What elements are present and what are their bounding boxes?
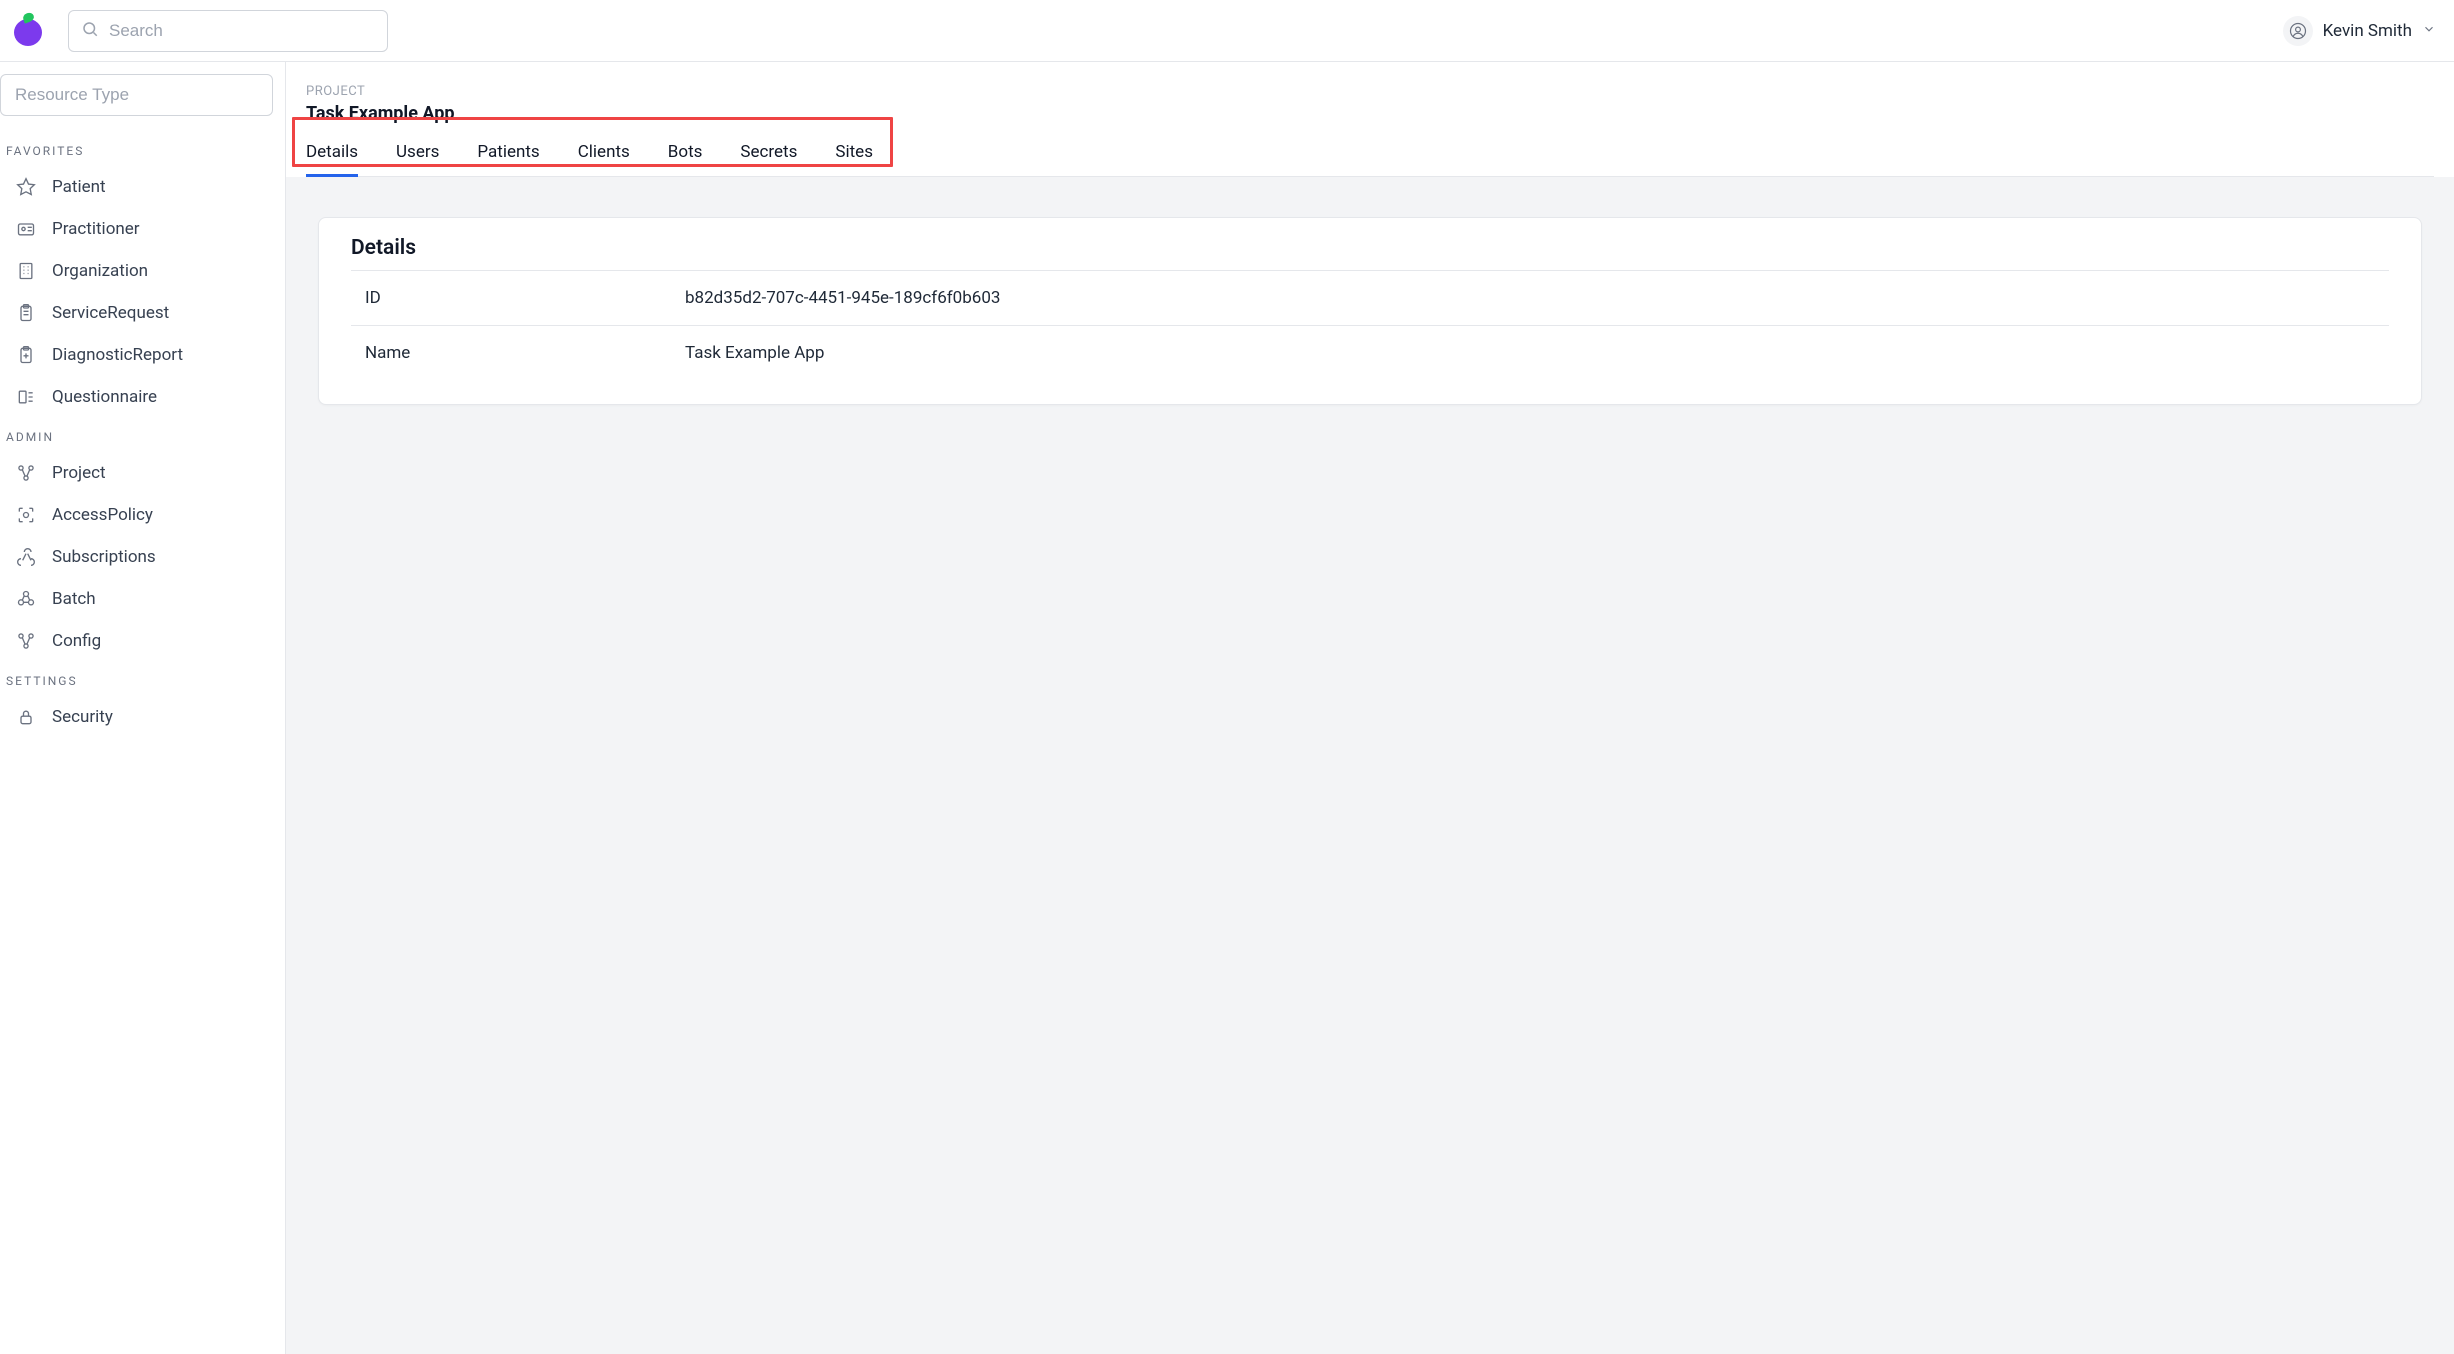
sidebar-item-practitioner[interactable]: Practitioner (0, 208, 285, 250)
sidebar-item-servicerequest[interactable]: ServiceRequest (0, 292, 285, 334)
sidebar-item-organization[interactable]: Organization (0, 250, 285, 292)
section-header-settings: SETTINGS (0, 662, 285, 696)
sidebar-item-label: DiagnosticReport (52, 345, 183, 365)
user-avatar-icon (2283, 16, 2313, 46)
sidebar-item-diagnosticreport[interactable]: DiagnosticReport (0, 334, 285, 376)
main-area: PROJECT Task Example App Details Users P… (286, 62, 2454, 1354)
sidebar-item-questionnaire[interactable]: Questionnaire (0, 376, 285, 418)
tab-secrets[interactable]: Secrets (740, 142, 797, 177)
sidebar-item-label: Subscriptions (52, 547, 156, 567)
sidebar-item-label: Batch (52, 589, 96, 609)
sidebar-item-label: Patient (52, 177, 106, 197)
detail-key: Name (365, 343, 685, 363)
sidebar-item-label: Project (52, 463, 106, 483)
details-card: Details ID b82d35d2-707c-4451-945e-189cf… (318, 217, 2422, 405)
sidebar-item-security[interactable]: Security (0, 696, 285, 738)
nodes-icon (16, 631, 36, 651)
user-menu[interactable]: Kevin Smith (2283, 16, 2436, 46)
form-icon (16, 387, 36, 407)
sidebar-item-subscriptions[interactable]: Subscriptions (0, 536, 285, 578)
detail-key: ID (365, 288, 685, 308)
section-header-admin: ADMIN (0, 418, 285, 452)
global-search[interactable] (68, 10, 388, 52)
content-area: Details ID b82d35d2-707c-4451-945e-189cf… (286, 177, 2454, 1354)
sidebar-item-config[interactable]: Config (0, 620, 285, 662)
tab-patients[interactable]: Patients (477, 142, 539, 177)
app-logo[interactable] (14, 16, 44, 46)
tab-details[interactable]: Details (306, 142, 358, 177)
building-icon (16, 261, 36, 281)
page-header: PROJECT Task Example App Details Users P… (286, 62, 2454, 177)
sidebar-item-label: Practitioner (52, 219, 140, 239)
sidebar-item-label: Security (52, 707, 113, 727)
search-icon (81, 20, 109, 42)
tab-bots[interactable]: Bots (668, 142, 703, 177)
webhook-icon (16, 547, 36, 567)
sidebar-item-patient[interactable]: Patient (0, 166, 285, 208)
topbar: Kevin Smith (0, 0, 2454, 62)
nodes-icon (16, 463, 36, 483)
sidebar-item-label: Organization (52, 261, 148, 281)
sidebar-item-label: Questionnaire (52, 387, 157, 407)
sidebar-item-batch[interactable]: Batch (0, 578, 285, 620)
resource-type-input[interactable] (15, 85, 258, 105)
breadcrumb: PROJECT (306, 84, 2434, 99)
detail-value: b82d35d2-707c-4451-945e-189cf6f0b603 (685, 288, 2375, 308)
tab-clients[interactable]: Clients (578, 142, 630, 177)
search-input[interactable] (109, 21, 375, 41)
detail-value: Task Example App (685, 343, 2375, 363)
sidebar-item-label: ServiceRequest (52, 303, 169, 323)
card-heading: Details (351, 236, 2389, 271)
clipboard-plus-icon (16, 345, 36, 365)
chevron-down-icon (2422, 21, 2436, 40)
tab-sites[interactable]: Sites (835, 142, 873, 177)
page-title: Task Example App (306, 103, 2434, 124)
sidebar-item-label: AccessPolicy (52, 505, 153, 525)
tabs: Details Users Patients Clients Bots Secr… (306, 142, 2434, 177)
sidebar: FAVORITES Patient Practitioner Organizat… (0, 62, 286, 1354)
sidebar-item-accesspolicy[interactable]: AccessPolicy (0, 494, 285, 536)
lock-icon (16, 707, 36, 727)
section-header-favorites: FAVORITES (0, 132, 285, 166)
detail-row-id: ID b82d35d2-707c-4451-945e-189cf6f0b603 (351, 271, 2389, 326)
star-icon (16, 177, 36, 197)
sidebar-item-label: Config (52, 631, 101, 651)
id-card-icon (16, 219, 36, 239)
user-name: Kevin Smith (2323, 21, 2412, 41)
resource-type-field[interactable] (0, 74, 273, 116)
atoms-icon (16, 589, 36, 609)
page-body: FAVORITES Patient Practitioner Organizat… (0, 62, 2454, 1354)
clipboard-icon (16, 303, 36, 323)
tab-users[interactable]: Users (396, 142, 439, 177)
scan-icon (16, 505, 36, 525)
sidebar-item-project[interactable]: Project (0, 452, 285, 494)
detail-row-name: Name Task Example App (351, 326, 2389, 380)
